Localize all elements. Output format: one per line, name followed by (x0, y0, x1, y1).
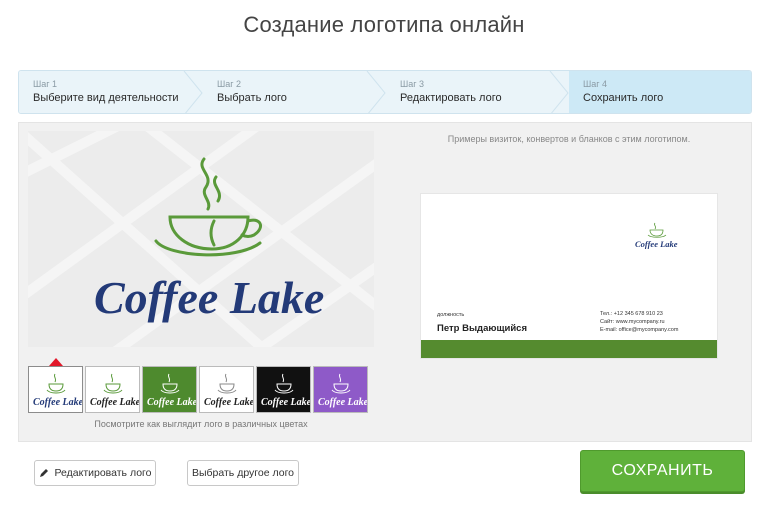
swatch-logo: Coffee Lake (147, 373, 196, 408)
step-number: Шаг 4 (583, 79, 608, 89)
coffee-lake-logo: Coffee Lake (94, 157, 324, 323)
card-phone: Тел.: +12 345 678 910 23 (600, 311, 663, 317)
step-4-current[interactable]: Шаг 4 Сохранить лого (569, 71, 751, 113)
card-logo: Coffee Lake (635, 222, 678, 249)
edit-logo-label: Редактировать лого (54, 467, 152, 479)
step-number: Шаг 3 (400, 79, 425, 89)
color-swatch[interactable]: Coffee Lake (85, 366, 140, 413)
step-3[interactable]: Шаг 3 Редактировать лого (386, 71, 569, 113)
color-swatch[interactable]: Coffee Lake (28, 366, 83, 413)
swatch-logo: Coffee Lake (204, 373, 253, 408)
color-swatches: Coffee Lake Coffee Lake Coffee Lake Coffee … (28, 358, 374, 414)
business-card-preview[interactable]: Coffee Lake должность Петр Выдающийся Те… (420, 193, 718, 359)
step-number: Шаг 2 (217, 79, 242, 89)
step-label: Выберите вид деятельности (33, 92, 179, 104)
color-swatch[interactable]: Coffee Lake (199, 366, 254, 413)
chevron-right-icon (366, 71, 386, 113)
swatch-logo: Coffee Lake (33, 373, 82, 408)
swatch-logo-text: Coffee Lake (204, 397, 253, 408)
step-1[interactable]: Шаг 1 Выберите вид деятельности (19, 71, 203, 113)
color-swatch[interactable]: Coffee Lake (256, 366, 311, 413)
save-button[interactable]: СОХРАНИТЬ (580, 450, 745, 492)
swatch-logo-text: Coffee Lake (261, 397, 310, 408)
edit-logo-button[interactable]: Редактировать лого (34, 460, 156, 486)
swatch-logo: Coffee Lake (90, 373, 139, 408)
chevron-right-icon (549, 71, 569, 113)
card-name: Петр Выдающийся (437, 323, 528, 334)
choose-another-logo-label: Выбрать другое лого (191, 467, 295, 479)
steps-progress: Шаг 1 Выберите вид деятельности Шаг 2 Вы… (18, 70, 752, 114)
card-site: Сайт: www.mycompany.ru (600, 319, 665, 325)
card-email: E-mail: office@mycompany.com (600, 327, 679, 333)
page-title: Создание логотипа онлайн (243, 12, 525, 37)
swatch-logo: Coffee Lake (261, 373, 310, 408)
selected-swatch-pointer (49, 358, 63, 366)
swatch-logo-text: Coffee Lake (33, 397, 82, 408)
step-label: Сохранить лого (583, 92, 664, 104)
swatch-logo-text: Coffee Lake (147, 397, 196, 408)
card-contacts: Тел.: +12 345 678 910 23 Сайт: www.mycom… (600, 310, 678, 334)
steam-icon (200, 157, 211, 211)
chevron-right-icon (183, 71, 203, 113)
logo-preview: Coffee Lake (28, 131, 374, 347)
color-swatch[interactable]: Coffee Lake (142, 366, 197, 413)
swatch-logo: Coffee Lake (318, 373, 367, 408)
preview-caption: Примеры визиток, конвертов и бланков с э… (447, 134, 691, 144)
step-label: Редактировать лого (400, 92, 502, 104)
editor-panel: Coffee Lake Coffee Lake Coffee Lake Coffee… (18, 122, 752, 442)
step-label: Выбрать лого (217, 92, 287, 104)
step-number: Шаг 1 (33, 79, 58, 89)
step-2[interactable]: Шаг 2 Выбрать лого (203, 71, 386, 113)
swatch-caption: Посмотрите как выглядит лого в различных… (94, 419, 308, 429)
logo-brand-text: Coffee Lake (94, 272, 324, 323)
card-stripe (421, 340, 717, 358)
choose-another-logo-button[interactable]: Выбрать другое лого (187, 460, 299, 486)
card-logo-text: Coffee Lake (635, 239, 678, 249)
swatch-logo-text: Coffee Lake (318, 397, 367, 408)
card-position: должность (437, 312, 465, 318)
swatch-logo-text: Coffee Lake (90, 397, 139, 408)
pencil-icon (39, 468, 49, 478)
color-swatch[interactable]: Coffee Lake (313, 366, 368, 413)
